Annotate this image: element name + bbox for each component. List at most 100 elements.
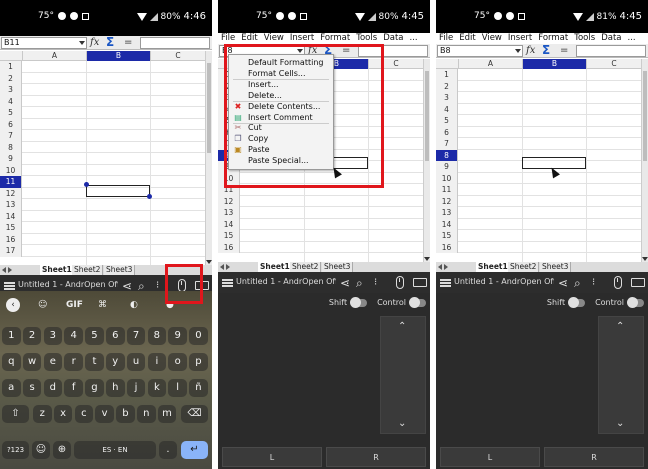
key[interactable]: h: [106, 379, 125, 397]
formula-input[interactable]: [140, 37, 210, 49]
key[interactable]: f: [64, 379, 83, 397]
key[interactable]: i: [147, 353, 167, 371]
menu-icon[interactable]: [222, 279, 233, 287]
share-icon[interactable]: ⋖: [558, 276, 568, 290]
row-header[interactable]: 12: [436, 195, 458, 207]
row-header[interactable]: 9: [0, 153, 22, 165]
key[interactable]: n: [137, 405, 156, 423]
row-header[interactable]: 3: [0, 84, 22, 96]
key[interactable]: 7: [126, 327, 146, 345]
shift-toggle[interactable]: [350, 296, 368, 308]
column-header-a[interactable]: A: [458, 59, 522, 69]
grid-dots-icon[interactable]: ⁝: [592, 276, 595, 290]
key[interactable]: t: [85, 353, 104, 371]
keyboard-icon[interactable]: [413, 278, 427, 287]
key[interactable]: v: [95, 405, 114, 423]
key[interactable]: 0: [189, 327, 208, 345]
function-wizard-button[interactable]: fx: [526, 44, 535, 57]
menu-item[interactable]: Data: [598, 33, 624, 44]
key[interactable]: g: [85, 379, 104, 397]
formula-button[interactable]: =: [124, 36, 132, 49]
scroll-strip[interactable]: ⌃ ⌄: [380, 316, 426, 434]
scroll-strip[interactable]: ⌃ ⌄: [598, 316, 644, 434]
row-header[interactable]: 2: [436, 80, 458, 92]
spreadsheet-grid[interactable]: A B C 1 2 3 4 5 6 7 8 9 10 11 12 13 14 15 16 17: [0, 51, 212, 265]
tab-sheet3[interactable]: Sheet3: [104, 265, 136, 275]
row-header[interactable]: 5: [436, 115, 458, 127]
tab-next-icon[interactable]: [444, 264, 448, 270]
symbols-key[interactable]: ?123: [2, 441, 29, 459]
row-header[interactable]: 4: [436, 103, 458, 115]
formula-button[interactable]: =: [560, 44, 568, 57]
column-header-b[interactable]: B: [86, 51, 150, 61]
selected-cell[interactable]: [86, 185, 150, 197]
menu-item[interactable]: Data: [380, 33, 406, 44]
row-header[interactable]: 8: [436, 149, 458, 161]
key[interactable]: b: [116, 405, 135, 423]
row-header[interactable]: 8: [0, 141, 22, 153]
key[interactable]: ñ: [189, 379, 208, 397]
row-header[interactable]: 6: [0, 118, 22, 130]
mouse-icon[interactable]: [614, 276, 622, 289]
menu-icon[interactable]: [440, 279, 451, 287]
menu-item[interactable]: Edit: [456, 33, 478, 44]
right-click-button[interactable]: R: [544, 447, 644, 467]
translate-icon[interactable]: ⌘: [98, 300, 107, 310]
period-key[interactable]: .: [159, 441, 177, 459]
row-header[interactable]: 10: [0, 164, 22, 176]
key[interactable]: j: [126, 379, 146, 397]
key[interactable]: r: [64, 353, 83, 371]
key[interactable]: 3: [43, 327, 63, 345]
chevron-up-icon[interactable]: ⌃: [616, 321, 624, 332]
menu-item[interactable]: View: [479, 33, 505, 44]
menu-item[interactable]: File: [218, 33, 238, 44]
back-icon[interactable]: ‹: [6, 298, 20, 312]
tab-sheet2[interactable]: Sheet2: [72, 265, 104, 275]
row-header[interactable]: 1: [436, 69, 458, 81]
column-header-c[interactable]: C: [586, 59, 641, 69]
row-header[interactable]: 10: [436, 172, 458, 184]
function-wizard-button[interactable]: fx: [90, 36, 99, 49]
shift-key[interactable]: ⇧: [2, 405, 29, 423]
menu-item[interactable]: Tools: [571, 33, 598, 44]
key[interactable]: x: [53, 405, 73, 423]
key[interactable]: l: [168, 379, 187, 397]
key[interactable]: k: [147, 379, 167, 397]
grid-dots-icon[interactable]: ⁝: [374, 276, 377, 290]
key[interactable]: c: [74, 405, 94, 423]
sum-button[interactable]: Σ: [542, 43, 550, 57]
tab-sheet1[interactable]: Sheet1: [40, 265, 75, 275]
chevron-down-icon[interactable]: [515, 49, 521, 53]
key[interactable]: y: [106, 353, 125, 371]
touchpad[interactable]: Shift Control ⌃ ⌄ L R: [218, 293, 430, 469]
row-header[interactable]: 13: [0, 199, 22, 211]
tab-sheet3[interactable]: Sheet3: [322, 262, 354, 272]
row-header[interactable]: 16: [436, 241, 458, 253]
tab-sheet1[interactable]: Sheet1: [258, 262, 293, 272]
menu-item[interactable]: ...: [624, 33, 638, 44]
menu-item[interactable]: Tools: [353, 33, 380, 44]
row-header[interactable]: 16: [218, 241, 240, 253]
left-click-button[interactable]: L: [222, 447, 322, 467]
search-icon[interactable]: ⌕: [574, 276, 581, 290]
tab-sheet2[interactable]: Sheet2: [508, 262, 540, 272]
row-header[interactable]: 13: [436, 207, 458, 219]
menu-item[interactable]: Edit: [238, 33, 260, 44]
chevron-down-icon[interactable]: [79, 41, 85, 45]
formula-input[interactable]: [576, 45, 646, 57]
key[interactable]: p: [189, 353, 208, 371]
sticker-icon[interactable]: ☺: [38, 300, 47, 310]
row-header[interactable]: 13: [218, 207, 240, 219]
column-header-b[interactable]: B: [522, 59, 586, 69]
row-header[interactable]: 14: [218, 218, 240, 230]
control-toggle[interactable]: [409, 296, 426, 308]
row-header[interactable]: 14: [0, 210, 22, 222]
key[interactable]: 2: [22, 327, 42, 345]
globe-key[interactable]: ⊕: [53, 441, 71, 459]
key[interactable]: z: [33, 405, 52, 423]
share-icon[interactable]: ⋖: [340, 276, 350, 290]
emoji-key[interactable]: ☺: [32, 441, 50, 459]
mouse-icon[interactable]: [396, 276, 404, 289]
backspace-key[interactable]: ⌫: [181, 405, 208, 423]
row-header[interactable]: 6: [436, 126, 458, 138]
